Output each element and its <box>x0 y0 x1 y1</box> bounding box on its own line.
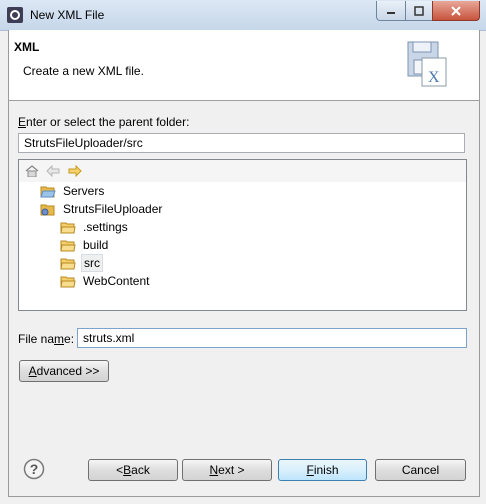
forward-arrow-icon[interactable] <box>68 165 82 177</box>
tree-item-webcontent[interactable]: WebContent <box>40 272 460 290</box>
finish-button[interactable]: Finish <box>278 459 367 481</box>
advanced-button[interactable]: Advanced >> <box>19 360 109 382</box>
window-title: New XML File <box>30 8 105 22</box>
tree-items: Servers StrutsFileUploader .settings bui… <box>40 182 460 290</box>
help-icon[interactable]: ? <box>23 458 45 480</box>
tree-item-settings[interactable]: .settings <box>40 218 460 236</box>
page-title: XML <box>14 40 40 54</box>
project-icon <box>40 204 55 215</box>
minimize-icon <box>387 11 395 14</box>
tree-item-servers[interactable]: Servers <box>40 182 460 200</box>
folder-icon <box>60 240 76 251</box>
eclipse-app-icon <box>7 7 23 23</box>
cancel-button[interactable]: Cancel <box>375 459 466 481</box>
svg-text:?: ? <box>30 461 39 477</box>
next-button[interactable]: Next > <box>182 459 272 481</box>
maximize-button[interactable] <box>405 1 433 21</box>
page-description: Create a new XML file. <box>23 64 144 78</box>
tree-item-build[interactable]: build <box>40 236 460 254</box>
maximize-icon <box>414 5 424 16</box>
back-button[interactable]: < Back <box>88 459 178 481</box>
tree-item-strutsfileuploader[interactable]: StrutsFileUploader <box>40 200 460 218</box>
tree-item-label: WebContent <box>83 274 150 288</box>
file-name-input[interactable] <box>77 328 467 348</box>
back-arrow-icon[interactable] <box>46 165 60 177</box>
parent-folder-label: Enter or select the parent folder: <box>18 115 190 129</box>
minimize-button[interactable] <box>376 1 406 21</box>
folder-icon <box>60 276 76 287</box>
svg-text:X: X <box>428 69 440 86</box>
xml-file-icon: X <box>407 41 447 87</box>
tree-item-label-selected: src <box>81 254 103 272</box>
folder-icon <box>60 258 76 269</box>
home-icon[interactable] <box>25 165 39 177</box>
close-icon <box>451 5 461 16</box>
file-name-label: File name: <box>18 332 75 346</box>
tree-item-label: Servers <box>63 184 105 198</box>
open-folder-icon <box>40 186 56 197</box>
tree-item-src[interactable]: src <box>40 254 460 272</box>
tree-item-label: .settings <box>83 220 128 234</box>
close-button[interactable] <box>432 1 480 21</box>
tree-toolbar <box>19 160 466 182</box>
parent-folder-input[interactable] <box>18 133 465 153</box>
tree-item-label: build <box>83 238 109 252</box>
tree-item-label: StrutsFileUploader <box>63 202 163 216</box>
folder-icon <box>60 222 76 233</box>
